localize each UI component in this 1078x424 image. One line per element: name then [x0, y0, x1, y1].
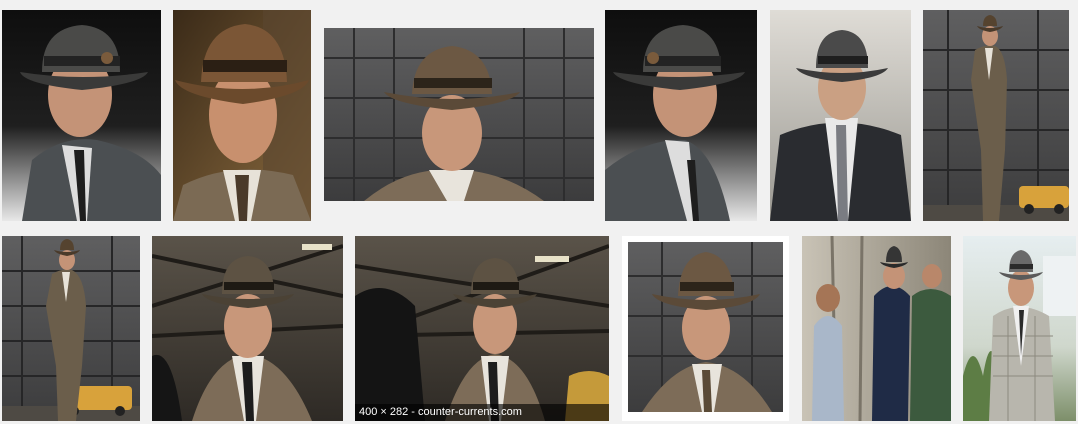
portrait-image — [2, 10, 161, 221]
portrait-image — [324, 28, 594, 201]
portrait-image — [770, 10, 911, 221]
portrait-image — [605, 10, 757, 221]
image-result-12[interactable] — [963, 236, 1076, 421]
image-result-10[interactable] — [622, 236, 789, 421]
portrait-image — [802, 236, 951, 421]
image-result-5[interactable] — [770, 10, 911, 221]
image-result-9[interactable]: 400 × 282 - counter-currents.com — [355, 236, 609, 421]
image-result-1[interactable] — [2, 10, 161, 221]
portrait-image — [2, 236, 140, 421]
portrait-image — [923, 10, 1069, 221]
image-result-3[interactable] — [324, 28, 594, 201]
image-result-6[interactable] — [923, 10, 1069, 221]
portrait-image — [355, 236, 609, 421]
image-result-11[interactable] — [802, 236, 951, 421]
portrait-image — [963, 236, 1076, 421]
portrait-image — [622, 236, 789, 421]
image-result-7[interactable] — [2, 236, 140, 421]
image-result-8[interactable] — [152, 236, 343, 421]
image-result-2[interactable] — [173, 10, 311, 221]
portrait-image — [152, 236, 343, 421]
image-result-4[interactable] — [605, 10, 757, 221]
image-meta-overlay: 400 × 282 - counter-currents.com — [355, 404, 609, 421]
portrait-image — [173, 10, 311, 221]
